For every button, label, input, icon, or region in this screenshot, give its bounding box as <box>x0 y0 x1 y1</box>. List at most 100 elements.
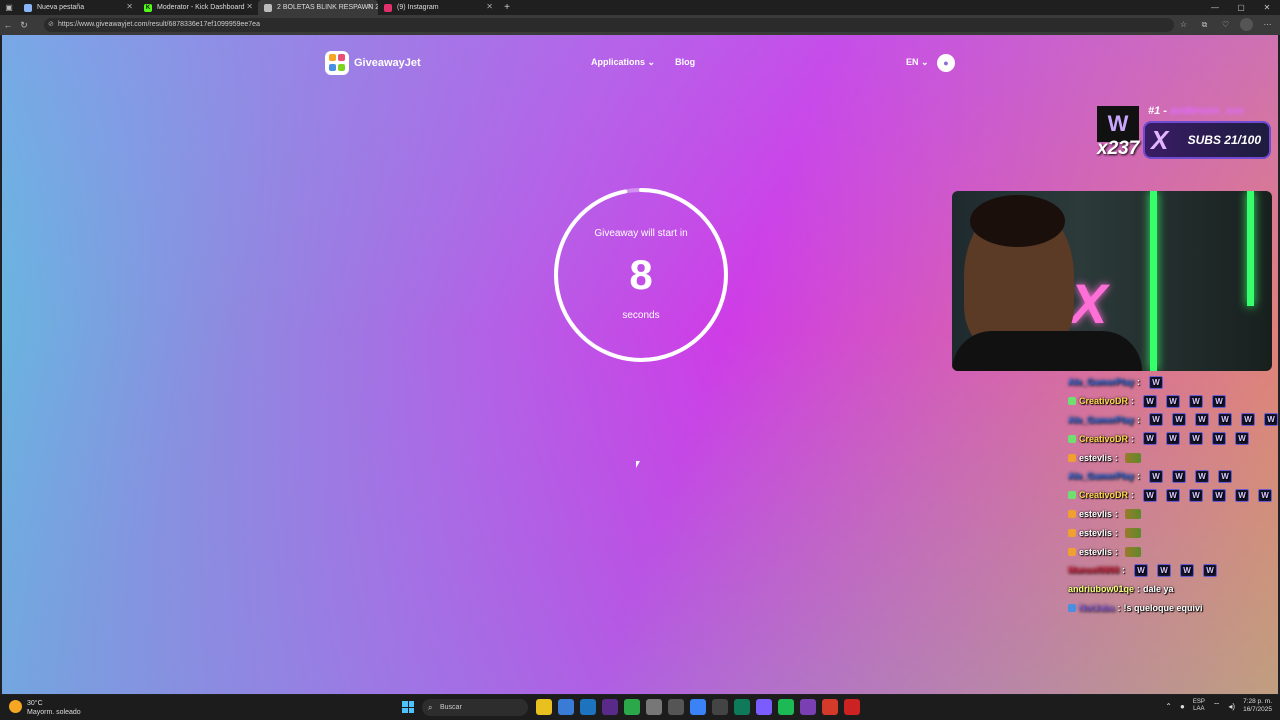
channel-w-icon: W <box>1097 106 1139 142</box>
tab-actions-icon[interactable]: ▣ <box>0 0 18 15</box>
back-icon[interactable]: ← <box>0 20 16 30</box>
taskbar-search[interactable]: ⌕ Buscar <box>422 699 528 716</box>
site-logo[interactable]: GiveawayJet <box>325 51 421 75</box>
start-button-icon[interactable] <box>402 701 414 713</box>
tab-close-icon[interactable]: ✕ <box>486 2 493 11</box>
tab-label: Moderator - Kick Dashboard <box>157 4 245 11</box>
w-emote-icon: W <box>1134 563 1149 577</box>
taskbar-app-icon[interactable] <box>646 699 662 715</box>
taskbar-app-icon[interactable] <box>558 699 574 715</box>
profile-avatar[interactable] <box>1240 18 1253 31</box>
browser-tab[interactable]: Nueva pestaña ✕ <box>18 0 138 15</box>
chat-message: Ale_GamerPlay: W W W W W W <box>1068 411 1279 430</box>
menu-icon[interactable]: ⋯ <box>1261 18 1274 31</box>
star-icon[interactable]: ☆ <box>1177 18 1190 31</box>
url-bar[interactable]: ⊘ https://www.giveawayjet.com/result/687… <box>44 18 1174 32</box>
crocodile-emote-icon <box>1125 508 1142 519</box>
nav-blog[interactable]: Blog <box>675 57 695 68</box>
new-tab-button[interactable]: + <box>498 2 516 13</box>
browser-tab[interactable]: (9) Instagram ✕ <box>378 0 498 15</box>
clock[interactable]: 7:28 p. m. 16/7/2025 <box>1243 698 1272 714</box>
w-emote-icon: W <box>1149 413 1164 427</box>
w-emote-icon: W <box>1189 394 1204 408</box>
w-emote-icon: W <box>1195 469 1210 483</box>
w-emote-icon: W <box>1241 413 1256 427</box>
top-name: anderson_xxx <box>1170 105 1245 117</box>
w-emote-icon: W <box>1189 432 1204 446</box>
taskbar-app-icon[interactable] <box>624 699 640 715</box>
w-emote-icon: W <box>1264 413 1279 427</box>
chat-separator: : <box>1137 414 1141 425</box>
microphone-icon[interactable]: ● <box>1180 702 1185 711</box>
taskbar-app-icon[interactable] <box>844 699 860 715</box>
chat-username: Ale_GamerPlay <box>1068 471 1135 482</box>
taskbar-app-icon[interactable] <box>778 699 794 715</box>
favorites-icon[interactable]: ♡ <box>1219 18 1232 31</box>
chat-text: !s queloque equivi <box>1123 602 1203 613</box>
input-language[interactable]: ESP LAA <box>1193 699 1205 713</box>
taskbar-app-icon[interactable] <box>580 699 596 715</box>
chat-username: estevlis <box>1079 527 1113 538</box>
w-emote-icon: W <box>1149 375 1164 389</box>
w-emote-icon: W <box>1189 488 1204 502</box>
tab-close-icon[interactable]: ✕ <box>126 2 133 11</box>
chat-separator: : <box>1131 396 1135 407</box>
nav-applications[interactable]: Applications ⌄ <box>591 57 655 68</box>
browser-tab[interactable]: 2 BOLETAS BLINK RESPAWN 2025✕ <box>258 0 378 15</box>
language-selector[interactable]: EN ⌄ <box>906 57 929 68</box>
chat-message: estevlis: <box>1068 505 1278 524</box>
tab-label: Nueva pestaña <box>37 4 85 11</box>
w-emote-icon: W <box>1149 469 1164 483</box>
system-tray: ⌃ ● ESP LAA ⌔ ◂) 7:28 p. m. 16/7/2025 <box>1165 698 1272 714</box>
weather-desc: Mayorm. soleado <box>27 709 81 716</box>
countdown-timer: Giveaway will start in 8 seconds <box>553 187 729 363</box>
w-emote-icon: W <box>1195 413 1210 427</box>
taskbar-app-icon[interactable] <box>800 699 816 715</box>
streamer-hair <box>970 195 1065 247</box>
taskbar-app-icon[interactable] <box>602 699 618 715</box>
w-emote-icon: W <box>1172 469 1187 483</box>
taskbar-app-icon[interactable] <box>734 699 750 715</box>
w-emote-icon: W <box>1172 413 1187 427</box>
w-emote-icon: W <box>1166 394 1181 408</box>
chat-message: estevlis: <box>1068 542 1278 561</box>
network-icon[interactable]: ⌔ <box>1213 701 1221 711</box>
w-emote-icon: W <box>1180 563 1195 577</box>
w-emote-icon: W <box>1218 413 1233 427</box>
user-icon[interactable]: ● <box>937 54 955 72</box>
chat-overlay: Ale_GamerPlay: W CreativoDR: W W W W Ale_GamerP… <box>1068 373 1279 617</box>
taskbar-app-icon[interactable] <box>690 699 706 715</box>
chat-username: estevlis <box>1079 452 1113 463</box>
taskbar-app-icon[interactable] <box>756 699 772 715</box>
reload-icon[interactable]: ↻ <box>16 20 32 31</box>
chevron-up-icon[interactable]: ⌃ <box>1165 702 1172 711</box>
close-window-button[interactable]: ✕ <box>1254 0 1280 15</box>
chat-message: Ale_GamerPlay: W W W W <box>1068 467 1278 486</box>
minimize-button[interactable]: — <box>1202 0 1228 15</box>
chat-separator: : <box>1131 433 1135 444</box>
tab-close-icon[interactable]: ✕ <box>366 2 373 11</box>
taskbar-app-icon[interactable] <box>536 699 552 715</box>
tab-close-icon[interactable]: ✕ <box>246 2 253 11</box>
logo-text: GiveawayJet <box>354 57 421 69</box>
weather-widget[interactable]: 30°C Mayorm. soleado <box>9 700 81 716</box>
chat-message: CreativoDR: W W W W W W <box>1068 486 1278 505</box>
tab-favicon-icon <box>384 3 392 12</box>
chat-separator: : <box>1115 546 1119 557</box>
chat-username: CreativoDR <box>1079 433 1129 444</box>
taskbar-app-icon[interactable] <box>668 699 684 715</box>
chat-username: NotJaba <box>1079 602 1115 613</box>
extensions-icon[interactable]: ⧉ <box>1198 18 1211 31</box>
tab-label: 2 BOLETAS BLINK RESPAWN 2025 <box>277 4 378 11</box>
taskbar-apps <box>536 699 860 715</box>
maximize-button[interactable]: ▢ <box>1228 0 1254 15</box>
browser-tab[interactable]: K Moderator - Kick Dashboard ✕ <box>138 0 258 15</box>
w-emote-icon: W <box>1212 432 1227 446</box>
countdown-value: 8 <box>629 251 653 298</box>
taskbar-app-icon[interactable] <box>712 699 728 715</box>
taskbar-app-icon[interactable] <box>822 699 838 715</box>
chevron-down-icon: ⌄ <box>921 57 929 67</box>
volume-icon[interactable]: ◂) <box>1228 702 1235 711</box>
browser-tab-strip: ▣ Nueva pestaña ✕ K Moderator - Kick Dashbo… <box>0 0 1280 15</box>
chat-message: CreativoDR: W W W W <box>1068 392 1278 411</box>
